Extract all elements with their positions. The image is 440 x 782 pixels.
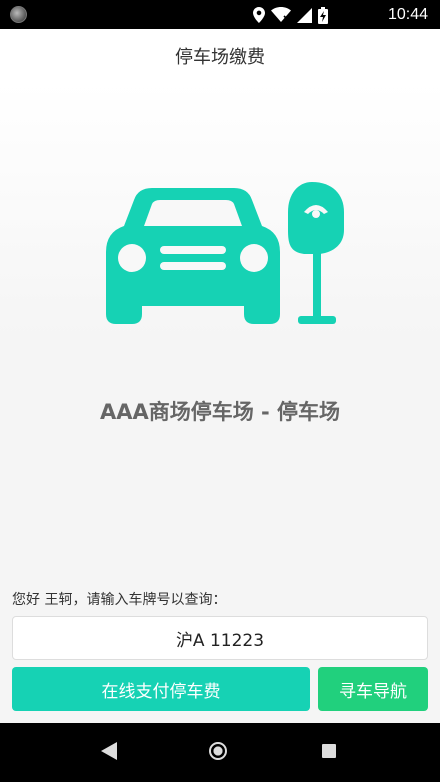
signal-icon: [297, 7, 312, 23]
status-icons: [253, 5, 328, 25]
notification-icon: [10, 6, 27, 23]
page-title: 停车场缴费: [175, 46, 265, 68]
system-nav-bar: [0, 723, 440, 782]
home-icon[interactable]: [209, 742, 227, 760]
wifi-icon: [271, 7, 291, 22]
app-bar: 停车场缴费: [0, 29, 440, 82]
status-time: 10:44: [387, 6, 428, 23]
back-icon[interactable]: [101, 742, 117, 760]
battery-charging-icon: [318, 6, 328, 24]
pay-parking-fee-button[interactable]: 在线支付停车费: [12, 667, 310, 711]
location-icon: [253, 7, 265, 23]
find-car-navigation-button[interactable]: 寻车导航: [318, 667, 428, 711]
greeting-text: 您好 王轲，请输入车牌号以查询：: [12, 592, 227, 608]
status-bar: 10:44: [0, 0, 440, 29]
plate-number-input[interactable]: [12, 616, 428, 660]
main-content: AAA商场停车场 - 停车场 您好 王轲，请输入车牌号以查询： 在线支付停车费 …: [0, 82, 440, 723]
recent-apps-icon[interactable]: [322, 744, 336, 758]
parking-lot-name: AAA商场停车场 - 停车场: [99, 400, 341, 424]
car-parking-meter-icon: [106, 182, 344, 324]
